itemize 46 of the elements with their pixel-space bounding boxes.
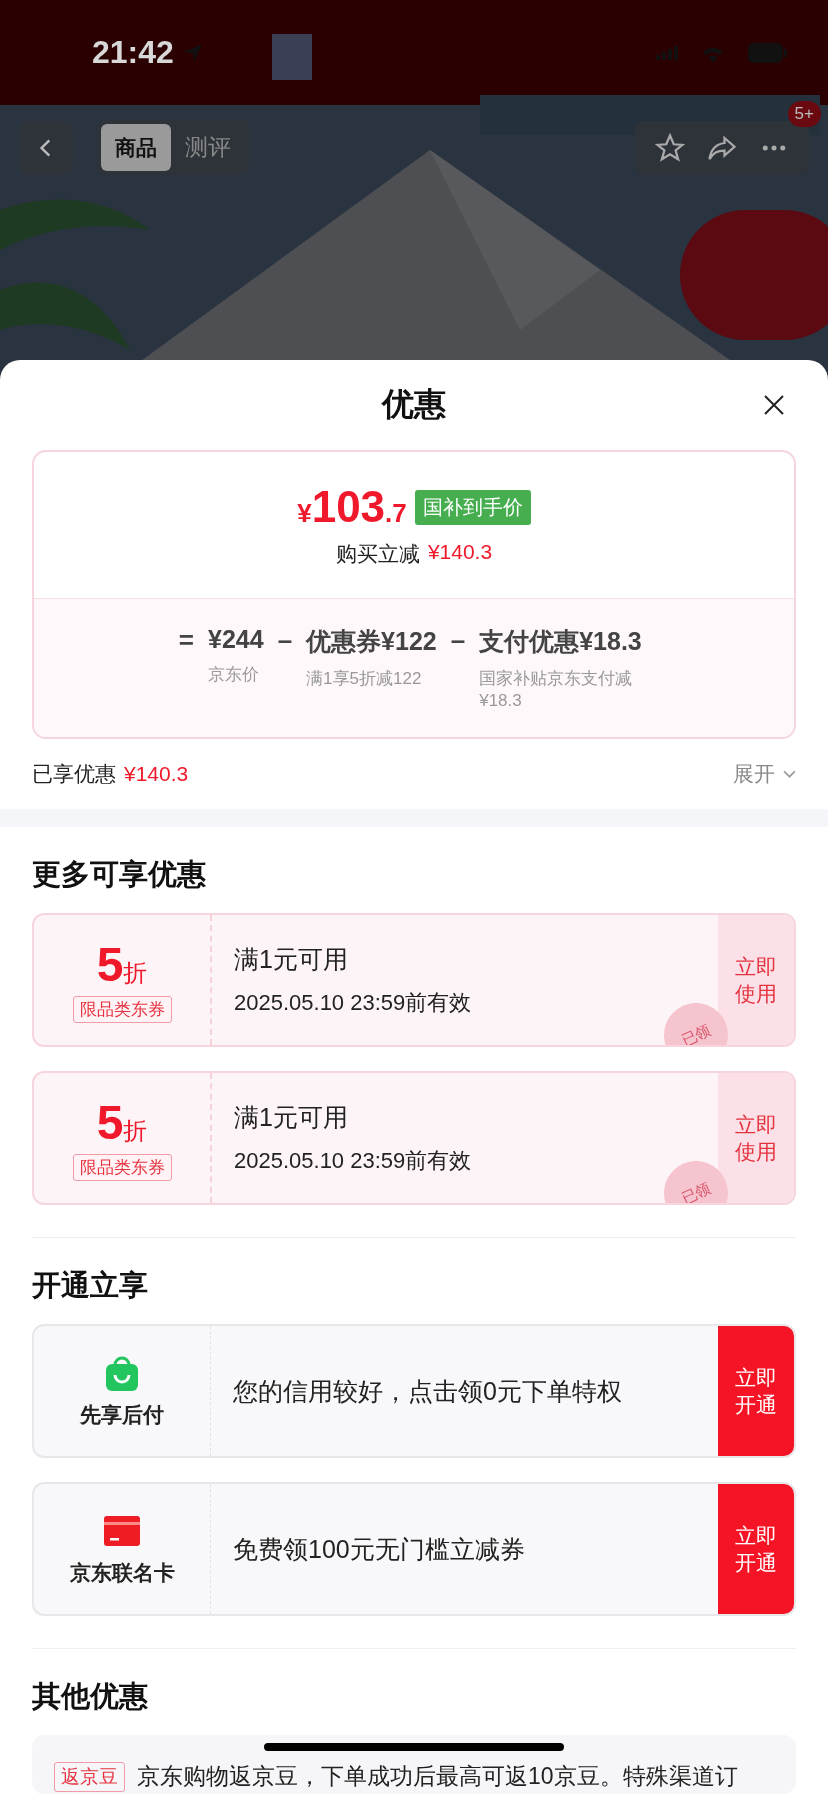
activate-button[interactable]: 立即开通 bbox=[718, 1484, 794, 1614]
discount-value: 5折 bbox=[96, 1095, 148, 1150]
coupon-tag: 限品类东券 bbox=[72, 1154, 172, 1181]
coupon-expiry: 2025.05.10 23:59前有效 bbox=[234, 1146, 473, 1175]
section-title: 开通立享 bbox=[32, 1268, 149, 1303]
signal-icon bbox=[656, 45, 678, 60]
price-note: 京东价 bbox=[208, 664, 260, 686]
operator: – bbox=[277, 625, 293, 656]
offer-name: 先享后付 bbox=[80, 1402, 164, 1428]
use-button[interactable]: 立即使用 bbox=[718, 915, 794, 1045]
operator: – bbox=[450, 625, 466, 656]
offer-text: 京东购物返京豆，下单成功后最高可返10京豆。特殊渠道订 bbox=[137, 1762, 738, 1791]
sheet-title: 优惠 bbox=[382, 385, 446, 424]
offer-name: 京东联名卡 bbox=[69, 1560, 175, 1586]
saving-amount: ¥140.3 bbox=[427, 540, 493, 565]
enjoyed-amount: ¥140.3 bbox=[124, 762, 189, 786]
price-component: ¥244 bbox=[208, 625, 264, 654]
price-note: 满1享5折减122 bbox=[306, 668, 423, 690]
expand-button[interactable]: 展开 bbox=[733, 760, 796, 788]
offer-description: 您的信用较好，点击领0元下单特权 bbox=[233, 1375, 622, 1407]
discount-value: 5折 bbox=[96, 937, 148, 992]
close-icon[interactable] bbox=[762, 393, 786, 417]
price-note: 国家补贴京东支付减¥18.3 bbox=[479, 668, 634, 713]
tab[interactable]: 测评 bbox=[171, 124, 245, 171]
enjoyed-label: 已享优惠 bbox=[32, 761, 116, 787]
offer-tag: 返京豆 bbox=[54, 1761, 125, 1792]
activate-button[interactable]: 立即开通 bbox=[718, 1326, 794, 1456]
offer-description: 免费领100元无门槛立减券 bbox=[233, 1533, 525, 1565]
price-tag: 国补到手价 bbox=[414, 489, 531, 525]
status-time: 21:42 bbox=[92, 34, 174, 71]
chevron-down-icon bbox=[783, 769, 796, 779]
section-title: 其他优惠 bbox=[32, 1679, 149, 1714]
price-component: 优惠券¥122 bbox=[306, 626, 437, 657]
tab[interactable]: 商品 bbox=[101, 124, 171, 171]
back-button[interactable] bbox=[19, 120, 73, 175]
price-component: 支付优惠¥18.3 bbox=[479, 626, 643, 657]
coupon-tag: 限品类东券 bbox=[72, 996, 172, 1023]
use-button[interactable]: 立即使用 bbox=[718, 1073, 794, 1203]
operator: = bbox=[178, 625, 194, 656]
section-title: 更多可享优惠 bbox=[32, 857, 207, 892]
final-price: ¥103.7 bbox=[297, 482, 407, 532]
coupon-condition: 满1元可用 bbox=[234, 943, 349, 975]
star-icon[interactable] bbox=[655, 132, 685, 163]
saving-label: 购买立减 bbox=[335, 541, 420, 567]
coupon-expiry: 2025.05.10 23:59前有效 bbox=[234, 988, 473, 1017]
coupon-condition: 满1元可用 bbox=[234, 1101, 349, 1133]
